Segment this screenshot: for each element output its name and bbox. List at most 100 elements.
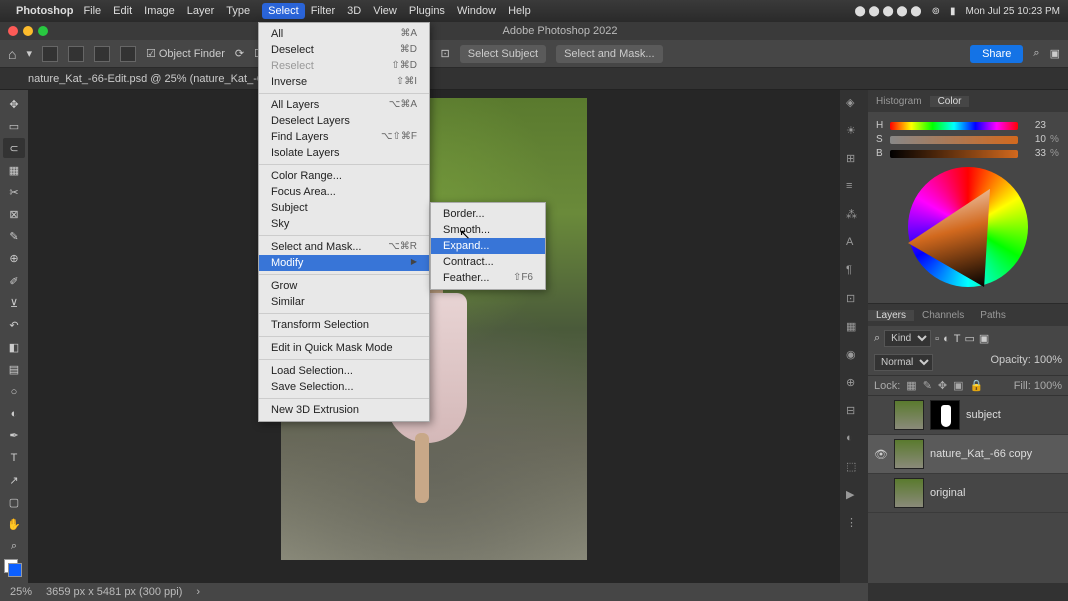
h-value[interactable]: 23 <box>1022 120 1046 131</box>
layer-thumbnail[interactable] <box>894 439 924 469</box>
frame-tool[interactable]: ⊠ <box>3 205 25 225</box>
panel-icon-9[interactable]: ▦ <box>846 320 862 336</box>
menuitem-edit-in-quick-mask-mode[interactable]: Edit in Quick Mask Mode <box>259 340 429 356</box>
panel-icon-4[interactable]: ≡ <box>846 180 862 196</box>
menu-plugins[interactable]: Plugins <box>409 5 445 17</box>
tab-layers[interactable]: Layers <box>868 310 914 321</box>
battery-icon[interactable]: ▮ <box>950 6 956 17</box>
eyedropper-tool[interactable]: ✎ <box>3 227 25 247</box>
clock[interactable]: Mon Jul 25 10:23 PM <box>966 6 1061 17</box>
move-tool[interactable]: ✥ <box>3 94 25 114</box>
panel-icon-14[interactable]: ⬚ <box>846 460 862 476</box>
layer-row[interactable]: original <box>868 474 1068 513</box>
object-finder-check[interactable]: ☑ Object Finder <box>146 47 225 60</box>
menu-file[interactable]: File <box>83 5 101 17</box>
panel-icon-3[interactable]: ⊞ <box>846 152 862 168</box>
document-tab[interactable]: nature_Kat_-66-Edit.psd @ 25% (nature_Ka… <box>28 73 295 85</box>
shape-tool[interactable]: ▢ <box>3 492 25 512</box>
menu-3d[interactable]: 3D <box>347 5 361 17</box>
mode-add[interactable] <box>68 46 84 62</box>
panel-icon-12[interactable]: ⊟ <box>846 404 862 420</box>
menu-image[interactable]: Image <box>144 5 175 17</box>
zoom-tool[interactable]: ⌕ <box>3 537 25 557</box>
menuitem-sky[interactable]: Sky <box>259 216 429 232</box>
home-icon[interactable]: ⌂ <box>8 46 16 62</box>
panel-icon-10[interactable]: ◉ <box>846 348 862 364</box>
history-brush-tool[interactable]: ↶ <box>3 315 25 335</box>
object-select-tool[interactable]: ▦ <box>3 160 25 180</box>
search-icon[interactable]: ⌕ <box>1033 47 1039 60</box>
menuitem-similar[interactable]: Similar <box>259 294 429 310</box>
pen-tool[interactable]: ✒ <box>3 426 25 446</box>
canvas-area[interactable] <box>28 90 840 583</box>
mode-new[interactable] <box>42 46 58 62</box>
marquee-tool[interactable]: ▭ <box>3 116 25 136</box>
menu-select[interactable]: Select <box>262 3 305 19</box>
menuitem-save-selection-[interactable]: Save Selection... <box>259 379 429 395</box>
healing-tool[interactable]: ⊕ <box>3 249 25 269</box>
lock-art-icon[interactable]: ▣ <box>953 379 963 392</box>
color-swatch[interactable] <box>4 559 24 577</box>
panel-icon-6[interactable]: A <box>846 236 862 252</box>
panel-icon-11[interactable]: ⊕ <box>846 376 862 392</box>
menuitem-focus-area-[interactable]: Focus Area... <box>259 184 429 200</box>
menuitem-all-layers[interactable]: All Layers⌥⌘A <box>259 97 429 113</box>
app-name[interactable]: Photoshop <box>16 5 73 17</box>
panel-icon-16[interactable]: ⋮ <box>846 516 862 532</box>
share-button[interactable]: Share <box>970 45 1023 63</box>
submenuitem-smooth-[interactable]: Smooth... <box>431 222 545 238</box>
layer-name[interactable]: nature_Kat_-66 copy <box>930 448 1032 460</box>
layer-name[interactable]: original <box>930 487 965 499</box>
panel-icon-2[interactable]: ☀ <box>846 124 862 140</box>
layer-mask-thumbnail[interactable] <box>930 400 960 430</box>
workspace-icon[interactable]: ▣ <box>1050 47 1060 60</box>
submenuitem-border-[interactable]: Border... <box>431 206 545 222</box>
layer-name[interactable]: subject <box>966 409 1001 421</box>
menuitem-deselect[interactable]: Deselect⌘D <box>259 42 429 58</box>
menuitem-color-range-[interactable]: Color Range... <box>259 168 429 184</box>
opacity-value[interactable]: 100% <box>1034 354 1062 366</box>
zoom-level[interactable]: 25% <box>10 586 32 598</box>
tab-paths[interactable]: Paths <box>972 310 1014 321</box>
layer-thumbnail[interactable] <box>894 400 924 430</box>
menuitem-load-selection-[interactable]: Load Selection... <box>259 363 429 379</box>
filter-smart-icon[interactable]: ▣ <box>979 332 989 345</box>
submenuitem-contract-[interactable]: Contract... <box>431 254 545 270</box>
menuitem-grow[interactable]: Grow <box>259 278 429 294</box>
b-slider[interactable] <box>890 150 1018 158</box>
filter-adj-icon[interactable]: ◐ <box>943 333 950 345</box>
brush-tool[interactable]: ✐ <box>3 271 25 291</box>
wifi-icon[interactable]: ⊚ <box>932 6 940 17</box>
zoom-button[interactable] <box>38 26 48 36</box>
lock-pos-icon[interactable]: ✥ <box>938 379 947 392</box>
menuitem-modify[interactable]: Modify <box>259 255 429 271</box>
s-slider[interactable] <box>890 136 1018 144</box>
menuitem-transform-selection[interactable]: Transform Selection <box>259 317 429 333</box>
tab-color[interactable]: Color <box>930 96 970 107</box>
panel-icon-5[interactable]: ⁂ <box>846 208 862 224</box>
color-wheel[interactable] <box>908 167 1028 287</box>
menuitem-subject[interactable]: Subject <box>259 200 429 216</box>
blur-tool[interactable]: ○ <box>3 382 25 402</box>
feedback-icon[interactable]: ⊡ <box>441 47 450 60</box>
layer-visibility-icon[interactable]: 👁 <box>874 448 888 461</box>
panel-icon-15[interactable]: ▶ <box>846 488 862 504</box>
menuitem-new-d-extrusion[interactable]: New 3D Extrusion <box>259 402 429 418</box>
submenuitem-feather-[interactable]: Feather...⇧F6 <box>431 270 545 286</box>
select-and-mask-button[interactable]: Select and Mask... <box>556 45 663 63</box>
menuitem-isolate-layers[interactable]: Isolate Layers <box>259 145 429 161</box>
type-tool[interactable]: T <box>3 448 25 468</box>
b-value[interactable]: 33 <box>1022 148 1046 159</box>
h-slider[interactable] <box>890 122 1018 130</box>
s-value[interactable]: 10 <box>1022 134 1046 145</box>
panel-icon-7[interactable]: ¶ <box>846 264 862 280</box>
layer-thumbnail[interactable] <box>894 478 924 508</box>
close-button[interactable] <box>8 26 18 36</box>
eraser-tool[interactable]: ◧ <box>3 337 25 357</box>
mode-int[interactable] <box>120 46 136 62</box>
tab-histogram[interactable]: Histogram <box>868 96 930 107</box>
blend-mode[interactable]: Normal <box>874 354 933 371</box>
menuitem-inverse[interactable]: Inverse⇧⌘I <box>259 74 429 90</box>
lasso-tool[interactable]: ⊂ <box>3 138 25 158</box>
menu-window[interactable]: Window <box>457 5 496 17</box>
